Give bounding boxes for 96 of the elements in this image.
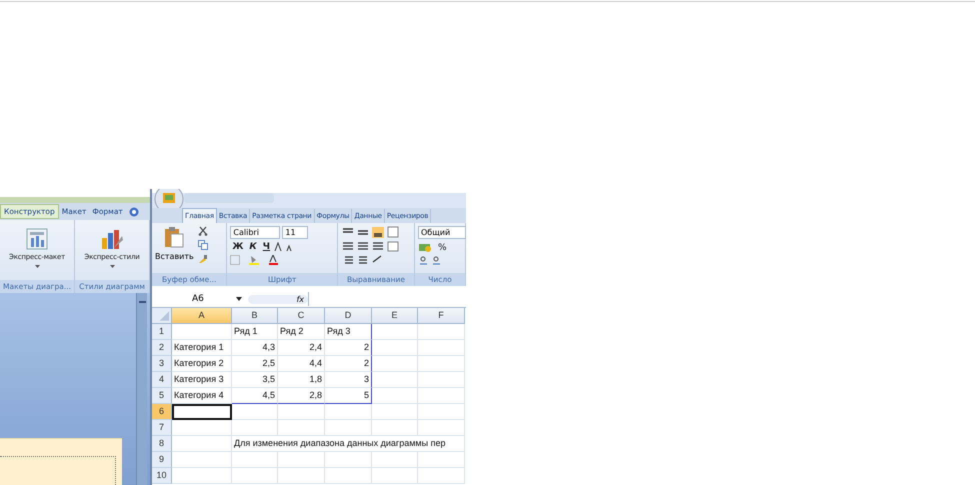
column-header[interactable]: A: [172, 308, 232, 324]
table-cell: [232, 468, 278, 484]
table-cell: [278, 404, 325, 420]
help-icon[interactable]: [128, 206, 139, 216]
table-cell: [372, 452, 418, 468]
table-cell: [232, 452, 278, 468]
table-cell: 3: [325, 372, 372, 388]
scissors-icon[interactable]: [198, 226, 208, 236]
table-cell: [278, 420, 325, 436]
select-all-icon[interactable]: [152, 308, 172, 324]
font-name-field[interactable]: Calibri: [230, 226, 280, 239]
clipboard-icon: [164, 226, 184, 248]
table-cell: 1,8: [278, 372, 325, 388]
decimal-icons-drawing[interactable]: [418, 256, 442, 266]
row-header[interactable]: 1: [152, 324, 172, 340]
dropdown-arrow-icon: [110, 265, 114, 268]
table-cell: [325, 420, 372, 436]
table-cell: [325, 404, 372, 420]
table-cell: 2: [325, 340, 372, 356]
table-cell: [325, 452, 372, 468]
column-header[interactable]: F: [418, 308, 465, 324]
table-cell: [418, 452, 465, 468]
table-cell: [372, 388, 418, 404]
row-header[interactable]: 9: [152, 452, 172, 468]
row-header[interactable]: 3: [152, 356, 172, 372]
table-cell: [372, 468, 418, 484]
table-cell: [418, 324, 465, 340]
table-cell: Ряд 1: [232, 324, 278, 340]
paste-button[interactable]: Вставить: [155, 226, 194, 264]
table-cell: Категория 4: [172, 388, 232, 404]
table-cell: [418, 340, 465, 356]
table-cell: 2,8: [278, 388, 325, 404]
column-header[interactable]: C: [278, 308, 325, 324]
table-cell: [418, 372, 465, 388]
table-cell: [232, 420, 278, 436]
table-cell: [372, 420, 418, 436]
table-cell: Ряд 3: [325, 324, 372, 340]
name-box[interactable]: A6: [152, 294, 248, 304]
table-cell: 3,5: [232, 372, 278, 388]
chart-layout-icon: [26, 228, 48, 250]
number-format-field[interactable]: Общий: [418, 226, 466, 239]
copy-icon[interactable]: [198, 240, 208, 250]
row-header[interactable]: 7: [152, 420, 172, 436]
column-header[interactable]: B: [232, 308, 278, 324]
table-cell: Для изменения диапазона данных диаграммы пер: [232, 436, 465, 452]
table-cell: [172, 452, 232, 468]
font-size-field[interactable]: 11: [282, 226, 308, 239]
table-cell: Категория 2: [172, 356, 232, 372]
table-cell: 4,4: [278, 356, 325, 372]
table-cell: [172, 468, 232, 484]
column-header[interactable]: E: [372, 308, 418, 324]
table-cell: [418, 420, 465, 436]
table-cell: 4,3: [232, 340, 278, 356]
table-cell: [278, 452, 325, 468]
table-cell: [418, 356, 465, 372]
table-cell: [325, 468, 372, 484]
insert-function-button[interactable]: fx: [248, 294, 308, 304]
table-cell: 2,5: [232, 356, 278, 372]
row-header[interactable]: 6: [152, 404, 172, 420]
scrollbar[interactable]: [136, 293, 147, 485]
table-cell: [372, 404, 418, 420]
italic-button[interactable]: К: [247, 242, 259, 252]
percent-button[interactable]: %: [436, 242, 449, 252]
table-cell: [418, 404, 465, 420]
dropdown-arrow-icon: [236, 297, 242, 301]
active-cell: [172, 404, 232, 420]
dropdown-arrow-icon: [34, 265, 40, 268]
table-cell: 4,5: [232, 388, 278, 404]
table-cell: [418, 468, 465, 484]
table-cell: [172, 324, 232, 340]
table-cell: 5: [325, 388, 372, 404]
table-cell: [172, 420, 232, 436]
table-cell: [372, 372, 418, 388]
table-cell: Ряд 2: [278, 324, 325, 340]
bold-button[interactable]: Ж: [230, 242, 246, 252]
table-cell: 2: [325, 356, 372, 372]
table-cell: 2,4: [278, 340, 325, 356]
table-cell: [372, 340, 418, 356]
table-cell: [372, 356, 418, 372]
table-cell: [232, 404, 278, 420]
scroll-up-icon[interactable]: [138, 301, 146, 304]
table-cell: Категория 1: [172, 340, 232, 356]
row-header[interactable]: 5: [152, 388, 172, 404]
row-header[interactable]: 8: [152, 436, 172, 452]
row-header[interactable]: 4: [152, 372, 172, 388]
table-cell: [418, 388, 465, 404]
table-cell: Категория 3: [172, 372, 232, 388]
brush-icon[interactable]: [198, 254, 208, 264]
underline-button[interactable]: Ч: [260, 242, 272, 252]
column-header[interactable]: D: [325, 308, 372, 324]
table-cell: [372, 324, 418, 340]
row-header[interactable]: 2: [152, 340, 172, 356]
row-header[interactable]: 10: [152, 468, 172, 484]
chart-styles-icon: [100, 228, 124, 250]
table-cell: [278, 468, 325, 484]
table-cell: [172, 436, 232, 452]
